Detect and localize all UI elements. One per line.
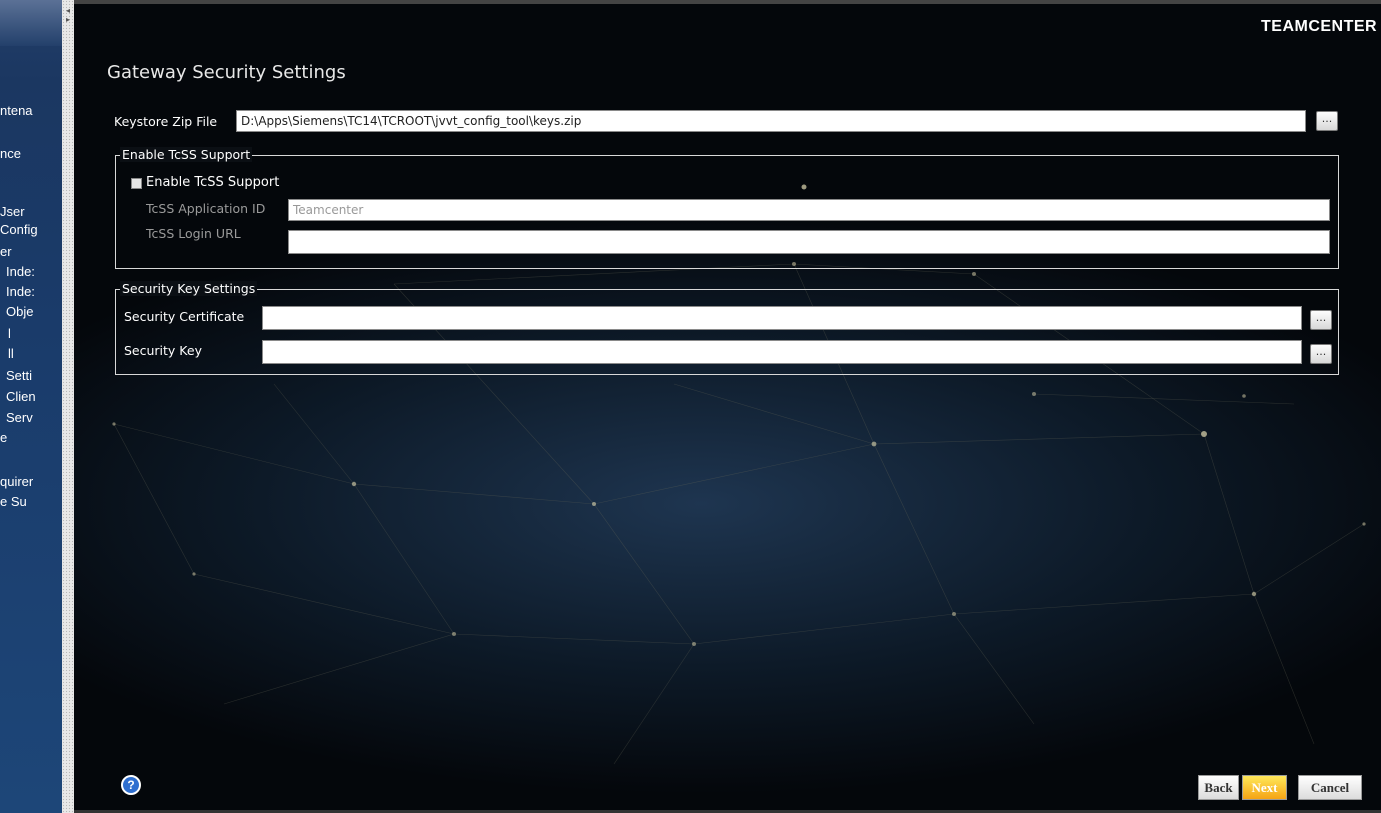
tcss-login-url-input[interactable] bbox=[288, 230, 1330, 254]
tcss-login-url-label: TcSS Login URL bbox=[146, 226, 241, 241]
security-key-group-title: Security Key Settings bbox=[120, 281, 258, 296]
page-title: Gateway Security Settings bbox=[107, 62, 346, 83]
help-icon[interactable]: ? bbox=[121, 775, 141, 795]
sidebar-item[interactable]: quirer bbox=[0, 474, 33, 489]
sidebar-item[interactable]: Inde: bbox=[6, 284, 35, 299]
back-button[interactable]: Back bbox=[1198, 775, 1239, 800]
sidebar-item[interactable]: Clien bbox=[6, 389, 36, 404]
sidebar-item[interactable]: ntena bbox=[0, 103, 33, 118]
keystore-label: Keystore Zip File bbox=[114, 114, 218, 129]
security-certificate-browse-button[interactable]: ... bbox=[1310, 310, 1332, 330]
security-key-label: Security Key bbox=[124, 343, 202, 358]
keystore-browse-button[interactable]: ... bbox=[1316, 111, 1338, 131]
security-certificate-label: Security Certificate bbox=[124, 309, 245, 324]
sidebar-header bbox=[0, 0, 62, 46]
sidebar-item[interactable]: ll bbox=[8, 346, 14, 361]
splitter-handle[interactable] bbox=[62, 0, 74, 813]
sidebar-item[interactable]: Setti bbox=[6, 368, 32, 383]
cancel-button[interactable]: Cancel bbox=[1298, 775, 1362, 800]
tcss-app-id-input[interactable]: Teamcenter bbox=[288, 199, 1330, 221]
navigation-sidebar: ntena nce Jser Config er Inde: Inde: Obj… bbox=[0, 0, 62, 813]
sidebar-item[interactable]: er bbox=[0, 244, 12, 259]
sidebar-item[interactable]: nce bbox=[0, 146, 21, 161]
security-key-browse-button[interactable]: ... bbox=[1310, 344, 1332, 364]
enable-tcss-label: Enable TcSS Support bbox=[146, 175, 280, 190]
main-panel: TEAMCENTER Gateway Security Settings Key… bbox=[74, 0, 1381, 813]
enable-tcss-checkbox[interactable] bbox=[131, 178, 142, 189]
sidebar-item[interactable]: Config bbox=[0, 222, 38, 237]
sidebar-item[interactable]: e Su bbox=[0, 494, 27, 509]
sidebar-item[interactable]: Inde: bbox=[6, 264, 35, 279]
tcss-group-title: Enable TcSS Support bbox=[120, 147, 253, 162]
next-button[interactable]: Next bbox=[1242, 775, 1287, 800]
security-key-input[interactable] bbox=[262, 340, 1302, 364]
sidebar-item[interactable]: Serv bbox=[6, 410, 33, 425]
security-certificate-input[interactable] bbox=[262, 306, 1302, 330]
sidebar-item[interactable]: e bbox=[0, 430, 7, 445]
sidebar-item[interactable]: Obje bbox=[6, 304, 33, 319]
tcss-app-id-label: TcSS Application ID bbox=[146, 201, 266, 216]
brand-logo-text: TEAMCENTER bbox=[1261, 18, 1378, 35]
sidebar-item[interactable]: l bbox=[8, 326, 11, 341]
keystore-zip-input[interactable]: D:\Apps\Siemens\TC14\TCROOT\jvvt_config_… bbox=[236, 110, 1306, 132]
collapse-arrows-icon[interactable]: ◂ ▸ bbox=[62, 6, 74, 24]
sidebar-item[interactable]: Jser bbox=[0, 204, 25, 219]
